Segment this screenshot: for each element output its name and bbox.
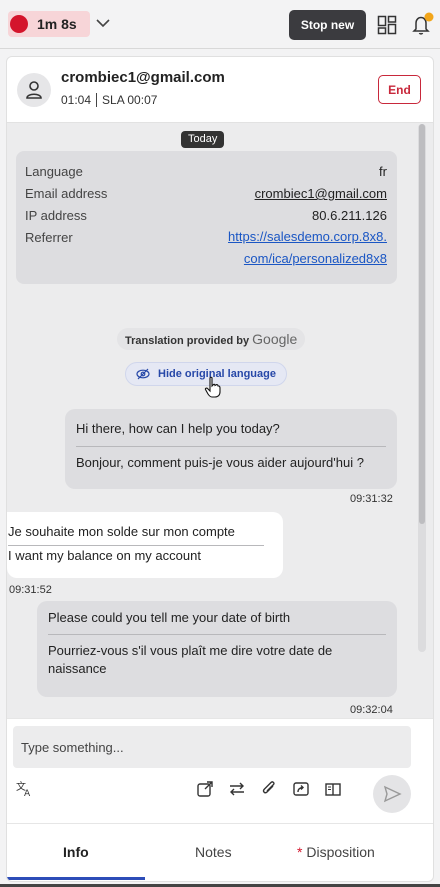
- send-icon: [383, 785, 402, 803]
- google-brand: Google: [252, 331, 298, 347]
- referrer-link-line1[interactable]: https://salesdemo.corp.8x8.: [228, 226, 387, 248]
- bottom-tabs: Info Notes * Disposition: [7, 823, 433, 881]
- customer-message: Je souhaite mon solde sur mon compte I w…: [7, 512, 283, 578]
- user-icon: [26, 81, 42, 99]
- layout-icon[interactable]: [377, 15, 397, 35]
- message-original: Je souhaite mon solde sur mon compte: [8, 524, 235, 539]
- call-timer: 1m 8s: [8, 11, 90, 37]
- meta-separator: [96, 93, 98, 107]
- message-divider: [76, 446, 386, 447]
- timer-text: 1m 8s: [37, 16, 77, 32]
- contact-header: crombiec1@gmail.com 01:04 SLA 00:07 End: [7, 57, 433, 123]
- conversation-panel: crombiec1@gmail.com 01:04 SLA 00:07 End …: [6, 56, 434, 882]
- info-key: Referrer: [25, 230, 73, 245]
- knowledge-book-icon[interactable]: [323, 779, 343, 799]
- call-duration: 01:04: [61, 93, 92, 107]
- message-composer: 文A: [7, 718, 433, 823]
- attachment-icon[interactable]: [259, 779, 279, 799]
- info-value: fr: [379, 164, 387, 179]
- referrer-link-line2[interactable]: com/ica/personalized8x8: [228, 248, 387, 270]
- contact-email: crombiec1@gmail.com: [61, 69, 225, 86]
- date-divider: Today: [181, 131, 225, 148]
- message-timestamp: 09:31:32: [350, 493, 393, 505]
- recording-indicator: [10, 15, 28, 33]
- agent-message: Hi there, how can I help you today? Bonj…: [65, 409, 397, 489]
- info-key: IP address: [25, 208, 87, 223]
- tab-disposition-label: Disposition: [306, 844, 375, 860]
- info-key: Email address: [25, 186, 108, 201]
- scroll-thumb[interactable]: [419, 124, 425, 524]
- info-row-language: Language fr: [25, 164, 387, 179]
- message-original: Please could you tell me your date of bi…: [48, 610, 291, 625]
- message-timestamp: 09:31:52: [9, 584, 52, 596]
- message-translated: Bonjour, comment puis-je vous aider aujo…: [76, 455, 364, 470]
- notification-bell-icon[interactable]: [410, 12, 434, 36]
- message-divider: [8, 545, 264, 546]
- email-link[interactable]: crombiec1@gmail.com: [255, 186, 387, 201]
- message-translated: Pourriez-vous s'il vous plaît me dire vo…: [48, 643, 333, 658]
- tab-info[interactable]: Info: [63, 844, 89, 860]
- hand-cursor-icon: [204, 376, 221, 398]
- chat-transcript[interactable]: Today Language fr Email address crombiec…: [7, 124, 433, 718]
- translation-attribution: Translation provided by Google: [117, 328, 306, 350]
- svg-text:A: A: [24, 789, 31, 797]
- message-original: Hi there, how can I help you today?: [76, 421, 280, 436]
- chevron-down-icon[interactable]: [94, 14, 112, 32]
- active-tab-indicator: [7, 877, 145, 880]
- end-button[interactable]: End: [378, 75, 421, 104]
- info-key: Language: [25, 164, 83, 179]
- message-translated: I want my balance on my account: [8, 548, 201, 563]
- translation-prefix: Translation provided by: [125, 335, 250, 347]
- message-input[interactable]: [13, 726, 411, 768]
- message-divider: [48, 634, 386, 635]
- contact-meta: 01:04 SLA 00:07: [61, 93, 157, 107]
- info-row-email: Email address crombiec1@gmail.com: [25, 186, 387, 201]
- send-button[interactable]: [373, 775, 411, 813]
- translate-icon[interactable]: 文A: [15, 779, 35, 799]
- stop-new-button[interactable]: Stop new: [289, 10, 366, 40]
- scrollbar[interactable]: [418, 124, 428, 652]
- message-timestamp: 09:32:04: [350, 704, 393, 716]
- top-divider: [0, 48, 440, 49]
- info-value: 80.6.211.126: [312, 208, 387, 223]
- message-translated-continued: naissance: [48, 661, 107, 676]
- avatar: [17, 73, 51, 107]
- external-link-icon[interactable]: [195, 779, 215, 799]
- agent-message: Please could you tell me your date of bi…: [37, 601, 397, 697]
- eye-off-icon: [136, 368, 150, 380]
- visitor-info-card: Language fr Email address crombiec1@gmai…: [16, 151, 397, 284]
- top-bar: 1m 8s Stop new: [0, 0, 440, 48]
- sla-timer: SLA 00:07: [102, 93, 158, 107]
- tab-disposition[interactable]: * Disposition: [297, 844, 375, 860]
- share-screen-icon[interactable]: [291, 779, 311, 799]
- tab-notes[interactable]: Notes: [195, 844, 232, 860]
- transfer-icon[interactable]: [227, 779, 247, 799]
- info-row-ip: IP address 80.6.211.126: [25, 208, 387, 223]
- referrer-link[interactable]: https://salesdemo.corp.8x8. com/ica/pers…: [228, 226, 387, 270]
- required-marker: *: [297, 844, 303, 860]
